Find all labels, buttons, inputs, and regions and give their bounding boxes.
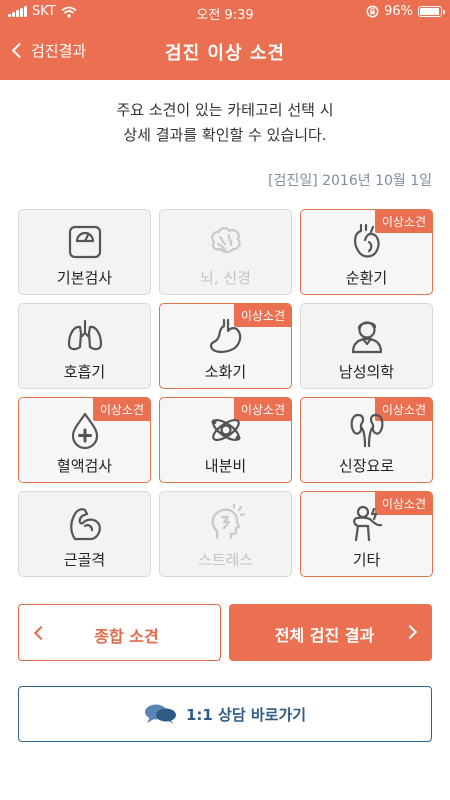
category-tile: 스트레스 [159, 491, 292, 577]
intro-text: 주요 소견이 있는 카테고리 선택 시 상세 결과를 확인할 수 있습니다. [0, 98, 450, 148]
category-tile[interactable]: 이상소견 내분비 [159, 397, 292, 483]
nav-bar: 검진결과 검진 이상 소견 [0, 24, 450, 80]
full-results-button-label: 전체 검진 결과 [274, 626, 375, 645]
category-label: 스트레스 [197, 551, 254, 569]
consult-button[interactable]: 1:1 상담 바로가기 [18, 686, 432, 742]
category-label: 남성의학 [338, 363, 395, 381]
category-tile[interactable]: 근골격 [18, 491, 151, 577]
brain-icon [160, 222, 291, 262]
consult-button-label: 1:1 상담 바로가기 [185, 705, 307, 724]
male-person-icon [301, 316, 432, 356]
category-tile[interactable]: 이상소견 신장요로 [300, 397, 433, 483]
checkup-date: [검진일] 2016년 10월 1일 [268, 173, 432, 189]
category-label: 신장요로 [338, 457, 395, 475]
category-tile[interactable]: 기본검사 [18, 209, 151, 295]
category-label: 소화기 [204, 363, 247, 381]
scale-icon [19, 222, 150, 262]
category-tile[interactable]: 호흡기 [18, 303, 151, 389]
page-title: 검진 이상 소견 [165, 43, 285, 64]
summary-button-label: 종합 소견 [94, 627, 159, 646]
arm-muscle-icon [19, 504, 150, 544]
category-label: 기본검사 [56, 269, 113, 287]
chat-bubbles-icon [144, 704, 176, 724]
blood-drop-icon [19, 410, 150, 450]
lungs-icon [19, 316, 150, 356]
molecule-icon [160, 410, 291, 450]
battery-icon [418, 6, 445, 17]
intro-line-2: 상세 결과를 확인할 수 있습니다. [123, 126, 327, 144]
status-bar: SKT 오전 9:39 96% [0, 0, 450, 24]
heart-icon [301, 222, 432, 262]
battery-percent: 96% [384, 4, 413, 19]
category-tile[interactable]: 이상소견 혈액검사 [18, 397, 151, 483]
category-grid: 기본검사 뇌, 신경 이상소견 순환기 호흡기 이상소견 소화기 남성의학 이상소견 혈액검사 이상… [18, 209, 433, 577]
stomach-icon [160, 316, 291, 356]
intro-line-1: 주요 소견이 있는 카테고리 선택 시 [116, 101, 334, 119]
category-label: 내분비 [204, 457, 247, 475]
category-label: 순환기 [345, 269, 388, 287]
category-label: 뇌, 신경 [200, 269, 251, 287]
category-tile[interactable]: 이상소견 기타 [300, 491, 433, 577]
category-label: 기타 [352, 551, 381, 569]
rotation-lock-icon [366, 5, 379, 18]
category-tile[interactable]: 이상소견 소화기 [159, 303, 292, 389]
body-pain-icon [301, 504, 432, 544]
full-results-button[interactable]: 전체 검진 결과 [229, 604, 432, 661]
summary-button[interactable]: 종합 소견 [18, 604, 221, 661]
stressed-head-icon [160, 504, 291, 544]
category-tile: 뇌, 신경 [159, 209, 292, 295]
category-tile[interactable]: 남성의학 [300, 303, 433, 389]
category-tile[interactable]: 이상소견 순환기 [300, 209, 433, 295]
kidneys-icon [301, 410, 432, 450]
status-right: 96% [366, 4, 445, 19]
category-label: 호흡기 [63, 363, 106, 381]
category-label: 근골격 [63, 551, 106, 569]
category-label: 혈액검사 [56, 457, 113, 475]
